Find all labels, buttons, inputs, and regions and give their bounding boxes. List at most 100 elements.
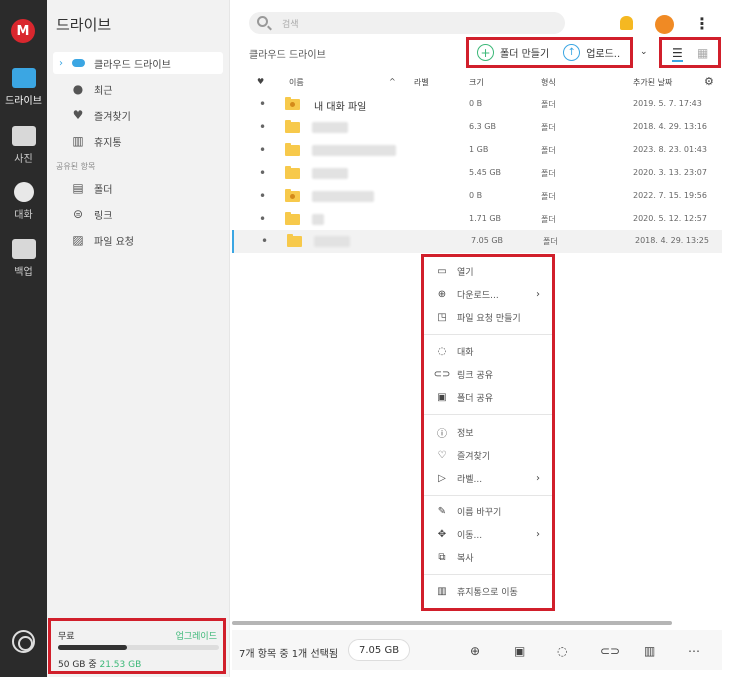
- menu-item-label: 열기: [457, 267, 474, 278]
- row-type: 폴더: [541, 123, 556, 132]
- menu-item-open[interactable]: ▭ 열기: [436, 262, 544, 280]
- menu-item-label: 라벨...: [457, 474, 483, 485]
- menu-item-file-request[interactable]: ◳ 파일 요청 만들기: [436, 308, 544, 326]
- column-label[interactable]: 라벨: [414, 77, 429, 88]
- menu-item-share-link[interactable]: ⊂⊃ 링크 공유: [434, 365, 544, 383]
- column-type[interactable]: 형식: [541, 77, 556, 88]
- grid-icon[interactable]: ▦: [697, 46, 708, 60]
- rail-item-label: 드라이브: [5, 96, 42, 107]
- mega-logo[interactable]: M: [11, 19, 35, 43]
- sidebar-item-recent[interactable]: ● 최근: [53, 78, 223, 100]
- search-bar[interactable]: 검색: [249, 12, 565, 34]
- bell-icon[interactable]: [620, 16, 633, 30]
- menu-item-label[interactable]: ▷ 라벨... ›: [436, 469, 544, 487]
- menu-item-copy[interactable]: ⧉ 복사: [436, 548, 544, 566]
- link-icon: ⊜: [72, 207, 84, 221]
- gear-icon[interactable]: ⚙: [704, 75, 714, 88]
- table-row-selected[interactable]: • 7.05 GB 폴더 2018. 4. 29. 13:25: [232, 230, 722, 253]
- avatar[interactable]: [655, 15, 674, 34]
- heart-icon[interactable]: ♥: [257, 77, 264, 86]
- upgrade-link[interactable]: 업그레이드: [176, 629, 217, 642]
- breadcrumb[interactable]: 클라우드 드라이브: [249, 46, 326, 61]
- sidebar-item-links[interactable]: ⊜ 링크: [53, 203, 223, 225]
- share-folder-icon: ▣: [437, 391, 447, 403]
- search-input[interactable]: 검색: [282, 17, 299, 30]
- sidebar-item-label: 폴더: [94, 184, 113, 196]
- rail-item-chat[interactable]: 대화: [0, 182, 47, 221]
- menu-item-label: 복사: [457, 553, 474, 564]
- heart-icon: ♥: [72, 108, 84, 122]
- rail-item-label: 백업: [14, 267, 33, 278]
- menu-item-label: 이름 바꾸기: [457, 507, 502, 518]
- menu-item-chat[interactable]: ◌ 대화: [436, 342, 544, 360]
- horizontal-scrollbar[interactable]: [232, 621, 672, 625]
- table-row[interactable]: • 내 대화 파일 0 B 폴더 2019. 5. 7. 17:43: [232, 93, 722, 116]
- info-icon: ⓘ: [437, 428, 447, 440]
- trash-icon: ▥: [437, 585, 447, 597]
- rail-item-photos[interactable]: 사진: [0, 126, 47, 165]
- download-icon[interactable]: ⊕: [470, 644, 480, 658]
- row-size: 1 GB: [469, 145, 489, 154]
- storage-panel: 무료 업그레이드 50 GB 중 21.53 GB: [48, 618, 226, 674]
- dot-icon: •: [259, 143, 267, 157]
- link-icon[interactable]: ⊂⊃: [600, 644, 620, 658]
- row-size: 7.05 GB: [471, 236, 504, 245]
- folder-icon: [285, 212, 300, 225]
- menu-item-rename[interactable]: ✎ 이름 바꾸기: [436, 502, 544, 520]
- list-icon[interactable]: ☰: [672, 46, 683, 62]
- share-folder-icon[interactable]: ▣: [514, 644, 525, 658]
- menu-item-download[interactable]: ⊕ 다운로드... ›: [436, 285, 544, 303]
- sidebar-item-file-requests[interactable]: ▨ 파일 요청: [53, 229, 223, 251]
- more-menu-icon[interactable]: ⋮: [694, 14, 710, 33]
- menu-item-move-to-trash[interactable]: ▥ 휴지통으로 이동: [436, 582, 544, 600]
- search-icon: [257, 16, 268, 27]
- chevron-down-icon[interactable]: ⌄: [640, 47, 648, 57]
- trash-icon[interactable]: ▥: [644, 644, 655, 658]
- file-request-icon: ▨: [72, 233, 84, 247]
- sort-asc-icon[interactable]: ^: [389, 77, 396, 86]
- more-options-icon[interactable]: ⋯: [688, 644, 700, 658]
- rail-item-drive[interactable]: 드라이브: [0, 68, 47, 107]
- sidebar-item-shared-folders[interactable]: ▤ 폴더: [53, 177, 223, 199]
- plus-icon: +: [477, 44, 494, 61]
- cloud-icon: [71, 56, 85, 70]
- menu-item-label: 휴지통으로 이동: [457, 587, 518, 598]
- table-row[interactable]: • 6.3 GB 폴더 2018. 4. 29. 13:16: [232, 116, 722, 139]
- folder-icon: [285, 166, 300, 179]
- sidebar-item-favourites[interactable]: ♥ 즐겨찾기: [53, 104, 223, 126]
- menu-item-info[interactable]: ⓘ 정보: [436, 423, 544, 441]
- chat-icon[interactable]: ◌: [557, 644, 567, 658]
- menu-item-label: 파일 요청 만들기: [457, 313, 521, 324]
- folder-icon: [11, 68, 36, 88]
- table-header: ♥ 이름 ^ 라벨 크기 형식 추가된 날짜 ⚙: [232, 72, 722, 92]
- table-row[interactable]: • 0 B 폴더 2022. 7. 15. 19:56: [232, 185, 722, 208]
- menu-item-label: 대화: [457, 347, 474, 358]
- menu-divider: [424, 334, 552, 335]
- menu-item-label: 정보: [457, 428, 474, 439]
- new-folder-button[interactable]: + 폴더 만들기: [477, 44, 549, 61]
- sidebar-item-trash[interactable]: ▥ 휴지통: [53, 130, 223, 152]
- chevron-right-icon: ›: [536, 288, 540, 300]
- column-name[interactable]: 이름: [289, 77, 304, 88]
- table-row[interactable]: • 1 GB 폴더 2023. 8. 23. 01:43: [232, 139, 722, 162]
- upload-button[interactable]: ↑ 업로드..: [563, 44, 620, 61]
- sidebar-item-cloud-drive[interactable]: › 클라우드 드라이브: [53, 52, 223, 74]
- row-size: 0 B: [469, 191, 483, 200]
- upload-label: 업로드..: [586, 49, 621, 60]
- row-date: 2020. 3. 13. 23:07: [633, 168, 707, 177]
- column-size[interactable]: 크기: [469, 77, 484, 88]
- sidebar-item-label: 최근: [94, 85, 113, 97]
- menu-item-favourite[interactable]: ♡ 즐겨찾기: [436, 446, 544, 464]
- view-switcher: ☰ ▦: [659, 37, 721, 68]
- sidebar-title: 드라이브: [56, 16, 112, 34]
- chevron-right-icon[interactable]: ›: [59, 58, 63, 69]
- clock-icon: ●: [72, 82, 84, 96]
- table-row[interactable]: • 5.45 GB 폴더 2020. 3. 13. 23:07: [232, 162, 722, 185]
- menu-item-move[interactable]: ✥ 이동... ›: [436, 525, 544, 543]
- table-row[interactable]: • 1.71 GB 폴더 2020. 5. 12. 12:57: [232, 208, 722, 231]
- column-date[interactable]: 추가된 날짜: [633, 77, 672, 88]
- menu-item-share-folder[interactable]: ▣ 폴더 공유: [436, 388, 544, 406]
- sync-icon[interactable]: [12, 630, 35, 653]
- rail-item-backup[interactable]: 백업: [0, 239, 47, 278]
- pencil-icon: ✎: [437, 505, 447, 517]
